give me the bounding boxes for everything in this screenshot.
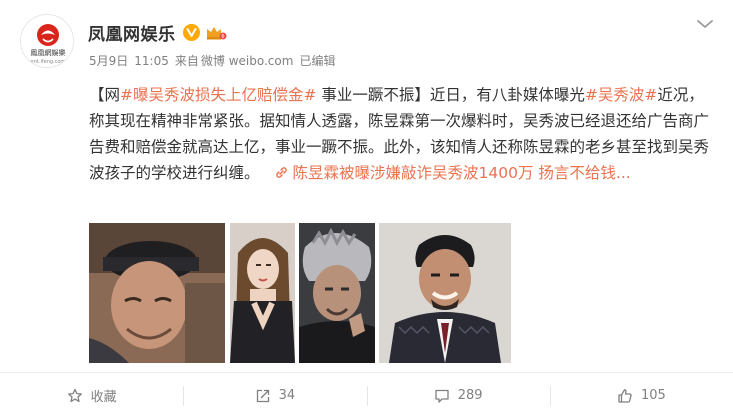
post-header: 鳳凰網娛樂 ent.ifeng.com 凤凰网娱乐 6 5月9日 11:05 来自微… — [0, 0, 733, 78]
avatar[interactable]: 鳳凰網娛樂 ent.ifeng.com — [20, 14, 74, 68]
repost-button[interactable]: 34 — [183, 373, 366, 418]
comment-icon — [435, 389, 449, 403]
topic-tag-1[interactable]: #曝吴秀波损失上亿赔偿金# — [120, 86, 316, 104]
post-source[interactable]: 微博 weibo.com — [201, 54, 294, 68]
post-time[interactable]: 11:05 — [134, 54, 169, 68]
post-text: 【网#曝吴秀波损失上亿赔偿金# 事业一蹶不振】近日，有八卦媒体曝光#吴秀波#近况… — [89, 82, 719, 186]
favorite-button[interactable]: 收藏 — [0, 373, 183, 418]
photo-2[interactable] — [230, 223, 295, 363]
photo-1[interactable] — [89, 223, 225, 363]
photo-3[interactable] — [299, 223, 375, 363]
post-meta: 5月9日 11:05 来自 微博 weibo.com 已编辑 — [89, 52, 341, 69]
link-icon — [275, 167, 287, 178]
comment-button[interactable]: 289 — [366, 373, 550, 418]
repost-icon — [256, 389, 269, 402]
edited-label[interactable]: 已编辑 — [299, 54, 335, 68]
title-tail: 事业一蹶不振】近日，有八卦媒体曝光 — [316, 86, 585, 104]
favorite-label: 收藏 — [90, 390, 117, 405]
author-name[interactable]: 凤凰网娱乐 — [88, 20, 176, 45]
post-date[interactable]: 5月9日 — [89, 54, 128, 68]
photo-4[interactable] — [379, 223, 511, 363]
action-bar: 收藏 34 289 105 — [0, 373, 733, 418]
like-button[interactable]: 105 — [549, 373, 733, 418]
thumbs-up-icon — [618, 388, 632, 403]
ifeng-logo-icon: 鳳凰網娛樂 ent.ifeng.com — [21, 15, 73, 67]
comment-count: 289 — [457, 388, 483, 403]
photo-woman — [230, 223, 295, 363]
name-row: 凤凰网娱乐 6 — [88, 20, 227, 45]
title-open-bracket: 【网 — [89, 86, 121, 104]
photo-man-gray-hair — [299, 223, 375, 363]
article-link[interactable]: 陈昱霖被曝涉嫌敲诈吴秀波1400万 扬言不给钱... — [260, 164, 631, 182]
vip-crown-icon[interactable]: 6 — [205, 24, 227, 41]
article-link-text[interactable]: 陈昱霖被曝涉嫌敲诈吴秀波1400万 扬言不给钱... — [293, 164, 631, 182]
svg-text:6: 6 — [221, 34, 224, 40]
photo-man-in-cap — [89, 223, 225, 363]
star-icon — [67, 388, 82, 402]
like-count: 105 — [640, 388, 666, 403]
source-prefix: 来自 — [174, 54, 199, 68]
photo-man-suit — [379, 223, 511, 363]
avatar-brand-top: 鳳凰網娛樂 — [31, 48, 66, 57]
avatar-brand-bottom: ent.ifeng.com — [31, 59, 66, 65]
verified-badge-icon — [182, 23, 200, 41]
repost-count: 34 — [278, 388, 296, 403]
chevron-down-icon[interactable] — [695, 17, 715, 31]
topic-tag-2[interactable]: #吴秀波# — [585, 86, 657, 104]
